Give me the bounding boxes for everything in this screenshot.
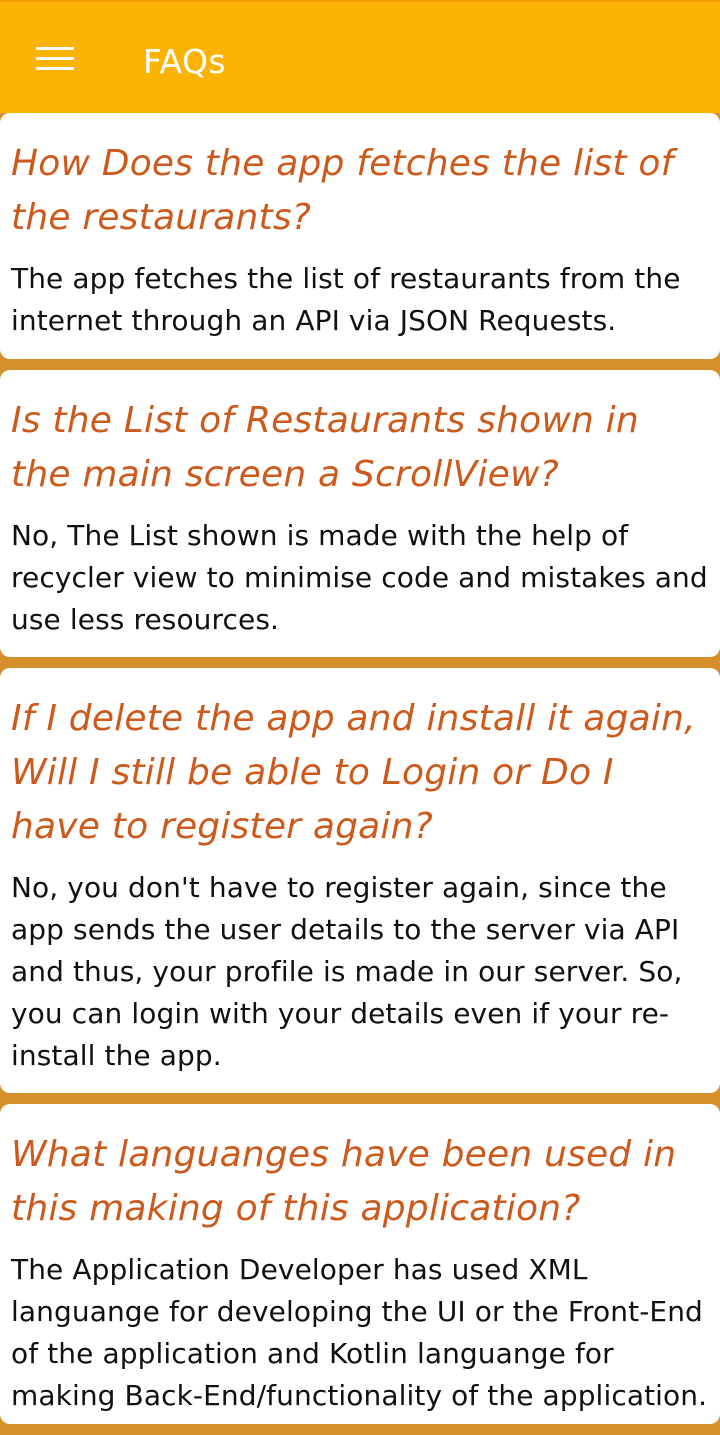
faq-answer: The Application Developer has used XML l… [11,1253,708,1412]
faq-answer: The app fetches the list of restaurants … [11,262,681,337]
faq-answer: No, you don't have to register again, si… [11,871,683,1072]
faq-card: What languanges have been used in this m… [0,1104,720,1424]
faq-card: How Does the app fetches the list of the… [0,113,720,359]
app-bar: FAQs [0,0,720,113]
faq-list[interactable]: How Does the app fetches the list of the… [0,113,720,1435]
page-title: FAQs [143,42,227,81]
faq-question: If I delete the app and install it again… [11,698,696,847]
faq-answer: No, The List shown is made with the help… [11,519,708,636]
faq-question: What languanges have been used in this m… [11,1134,677,1229]
faq-card: If I delete the app and install it again… [0,668,720,1093]
faq-question: How Does the app fetches the list of the… [11,143,674,238]
faq-card: Is the List of Restaurants shown in the … [0,370,720,657]
faq-question: Is the List of Restaurants shown in the … [11,400,639,495]
hamburger-menu-icon[interactable] [36,47,74,75]
